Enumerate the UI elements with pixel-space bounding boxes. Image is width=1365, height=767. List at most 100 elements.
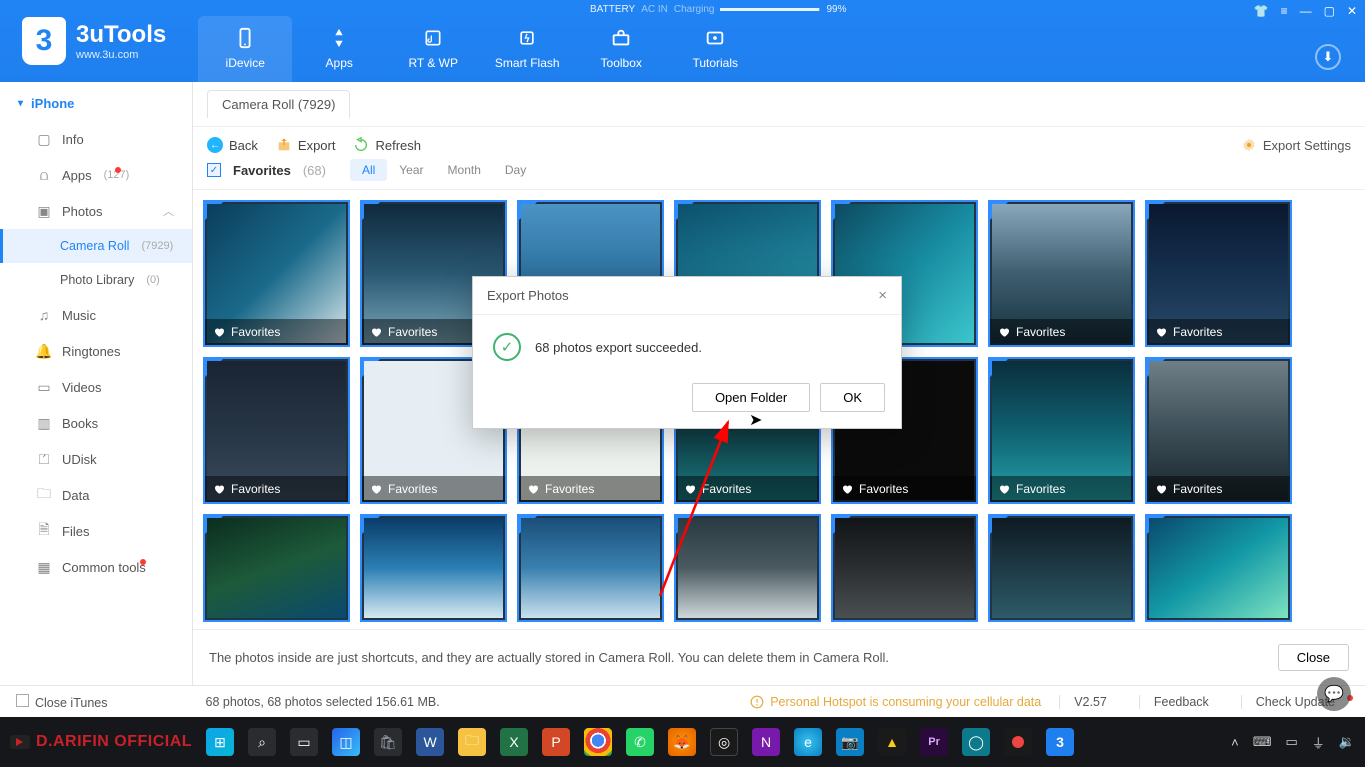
device-header[interactable]: iPhone [0, 86, 192, 121]
app-logo[interactable]: 3 3uTools www.3u.com [0, 0, 188, 82]
seg-year[interactable]: Year [387, 159, 435, 181]
explorer-icon[interactable]: 🗀 [458, 728, 486, 756]
sidebar-item-videos[interactable]: ▭Videos [0, 369, 192, 405]
system-tray[interactable]: ˄ ⌨ ▭ ⏚ 🔉 [1231, 733, 1355, 752]
chevron-up-icon[interactable]: ˄ [1231, 735, 1239, 750]
close-icon[interactable]: ✕ [1345, 4, 1359, 18]
photo-thumb[interactable]: Favorites [988, 357, 1135, 504]
keyboard-icon[interactable]: ⌨ [1253, 734, 1272, 750]
close-itunes-checkbox[interactable]: Close iTunes [16, 694, 108, 710]
statusbar: Close iTunes 68 photos, 68 photos select… [0, 685, 1365, 717]
nav-idevice[interactable]: iDevice [198, 16, 292, 82]
sidebar-item-data[interactable]: 🗀Data [0, 477, 192, 513]
photo-thumb[interactable]: Favorites [1145, 200, 1292, 347]
photo-thumb[interactable] [360, 514, 507, 622]
firefox-icon[interactable]: 🦊 [668, 728, 696, 756]
sidebar-item-udisk[interactable]: ⏍UDisk [0, 441, 192, 477]
record-icon[interactable] [1004, 728, 1032, 756]
modal-close-icon[interactable]: × [878, 287, 887, 304]
export-button[interactable]: Export [276, 137, 336, 153]
nav-tutorials[interactable]: Tutorials [668, 16, 762, 82]
wifi-icon[interactable]: ⏚ [1312, 733, 1325, 752]
photo-thumb[interactable] [988, 514, 1135, 622]
photo-thumb[interactable]: Favorites [1145, 357, 1292, 504]
photo-thumb[interactable] [203, 514, 350, 622]
back-icon: ← [207, 137, 223, 153]
download-icon[interactable]: ⬇ [1315, 44, 1341, 70]
feedback-button[interactable]: Feedback [1139, 695, 1223, 709]
photo-thumb[interactable] [517, 514, 664, 622]
onenote-icon[interactable]: N [752, 728, 780, 756]
photo-thumb[interactable] [831, 514, 978, 622]
sidebar-item-commontools[interactable]: ▦Common tools [0, 549, 192, 585]
obs-icon[interactable]: ◎ [710, 728, 738, 756]
sidebar-item-photolibrary[interactable]: Photo Library (0) [0, 263, 192, 297]
photo-thumb[interactable] [674, 514, 821, 622]
search-button[interactable]: ⌕ [248, 728, 276, 756]
sidebar-item-apps[interactable]: ⩍Apps(127) [0, 157, 192, 193]
nav-smartflash[interactable]: Smart Flash [480, 16, 574, 82]
phone-icon [231, 26, 259, 50]
hotspot-warning[interactable]: Personal Hotspot is consuming your cellu… [750, 695, 1041, 709]
close-button[interactable]: Close [1278, 644, 1349, 671]
camera-icon[interactable]: 📷 [836, 728, 864, 756]
heart-icon [684, 483, 696, 495]
logo-badge: 3 [22, 17, 66, 65]
battery-status: BATTERY AC IN Charging 99% [590, 4, 846, 15]
udisk-icon: ⏍ [36, 451, 52, 467]
open-folder-button[interactable]: Open Folder [692, 383, 810, 412]
store-icon[interactable]: 🛍 [374, 728, 402, 756]
nav-rtwp[interactable]: RT & WP [386, 16, 480, 82]
photo-thumb[interactable]: Favorites [988, 200, 1135, 347]
sidebar-item-ringtones[interactable]: 🔔Ringtones [0, 333, 192, 369]
seg-month[interactable]: Month [436, 159, 493, 181]
skin-icon[interactable]: 👕 [1252, 4, 1271, 18]
battery-tray-icon[interactable]: ▭ [1286, 734, 1298, 750]
breadcrumb-tab[interactable]: Camera Roll (7929) [207, 90, 350, 118]
sidebar-item-photos[interactable]: ▣Photos︿ [0, 193, 192, 229]
whatsapp-icon[interactable]: ✆ [626, 728, 654, 756]
photo-thumb[interactable]: Favorites [203, 357, 350, 504]
start-button[interactable]: ⊞ [206, 728, 234, 756]
volume-icon[interactable]: 🔉 [1339, 734, 1355, 750]
word-icon[interactable]: W [416, 728, 444, 756]
app-teal-icon[interactable]: ◯ [962, 728, 990, 756]
edge-icon[interactable]: e [794, 728, 822, 756]
export-icon [276, 137, 292, 153]
photo-thumb[interactable] [1145, 514, 1292, 622]
sidebar-item-books[interactable]: ▥Books [0, 405, 192, 441]
warning-icon[interactable]: ▲ [878, 728, 906, 756]
heart-icon [527, 483, 539, 495]
taskview-button[interactable]: ▭ [290, 728, 318, 756]
message-badge-icon[interactable]: 💬 [1317, 677, 1351, 711]
sidebar-item-cameraroll[interactable]: Camera Roll (7929) [0, 229, 192, 263]
nav-apps[interactable]: Apps [292, 16, 386, 82]
export-settings-button[interactable]: Export Settings [1241, 137, 1351, 153]
widgets-button[interactable]: ◫ [332, 728, 360, 756]
excel-icon[interactable]: X [500, 728, 528, 756]
sidebar-item-music[interactable]: ♫Music [0, 297, 192, 333]
powerpoint-icon[interactable]: P [542, 728, 570, 756]
version-label: V2.57 [1059, 695, 1121, 709]
toolbar: ←Back Export Refresh Export Settings [193, 127, 1365, 159]
minimize-icon[interactable]: — [1298, 4, 1314, 18]
chrome-icon[interactable] [584, 728, 612, 756]
refresh-button[interactable]: Refresh [353, 137, 421, 153]
nav-toolbox[interactable]: Toolbox [574, 16, 668, 82]
seg-all[interactable]: All [350, 159, 387, 181]
sidebar-item-files[interactable]: 🗎Files [0, 513, 192, 549]
photos-icon: ▣ [36, 203, 52, 219]
menu-icon[interactable]: ≡ [1279, 4, 1290, 18]
seg-day[interactable]: Day [493, 159, 538, 181]
heart-icon [213, 326, 225, 338]
sidebar-item-info[interactable]: ▢Info [0, 121, 192, 157]
photo-thumb[interactable]: Favorites [203, 200, 350, 347]
3utools-icon[interactable]: 3 [1046, 728, 1074, 756]
favorites-checkbox[interactable]: ✓ [207, 163, 221, 177]
video-icon: ▭ [36, 379, 52, 395]
back-button[interactable]: ←Back [207, 137, 258, 153]
maximize-icon[interactable]: ▢ [1322, 4, 1337, 18]
ok-button[interactable]: OK [820, 383, 885, 412]
channel-brand: D.ARIFIN OFFICIAL [10, 733, 192, 751]
premiere-icon[interactable]: Pr [920, 728, 948, 756]
